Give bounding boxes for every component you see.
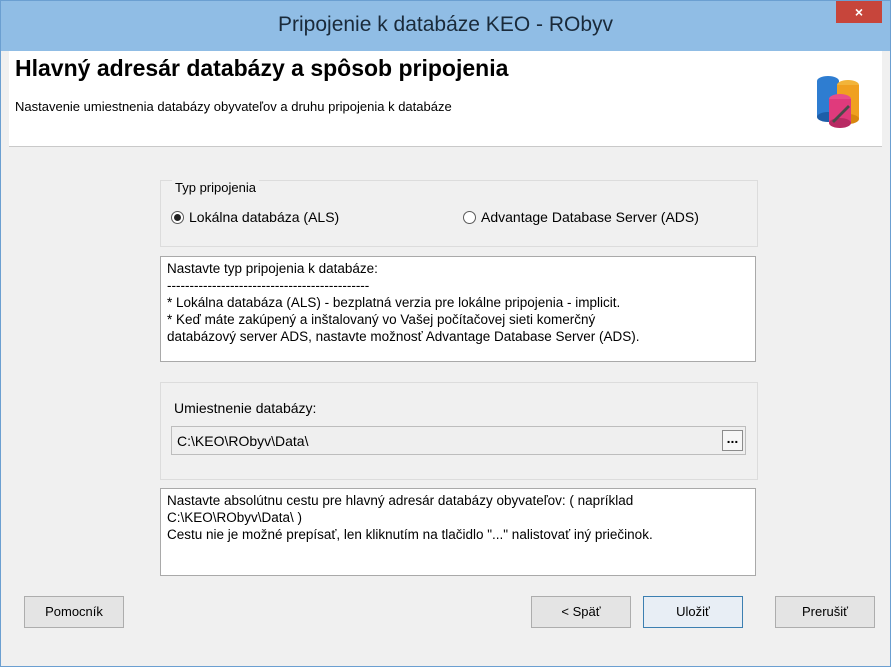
window-title: Pripojenie k databáze KEO - RObyv <box>278 13 613 36</box>
radio-ads-label[interactable]: Advantage Database Server (ADS) <box>481 209 699 225</box>
cancel-button[interactable]: Prerušiť <box>775 596 875 628</box>
save-button[interactable]: Uložiť <box>643 596 743 628</box>
help-line: Nastavte typ pripojenia k databáze: <box>167 261 378 276</box>
close-button[interactable]: × <box>836 1 882 23</box>
page-title: Hlavný adresár databázy a spôsob pripoje… <box>15 55 509 81</box>
help-line: * Lokálna databáza (ALS) - bezplatná ver… <box>167 295 621 310</box>
back-button[interactable]: < Späť <box>531 596 631 628</box>
radio-unselected-icon[interactable] <box>463 210 476 224</box>
location-label: Umiestnenie databázy: <box>174 400 317 416</box>
location-field: C:\KEO\RObyv\Data\ ... <box>171 426 746 455</box>
help-line: Nastavte absolútnu cestu pre hlavný adre… <box>167 493 634 508</box>
radio-selected-icon[interactable] <box>171 210 184 224</box>
browse-button[interactable]: ... <box>722 430 743 451</box>
connection-type-label: Typ pripojenia <box>172 180 259 195</box>
help-line: ----------------------------------------… <box>167 278 370 293</box>
help-line: C:\KEO\RObyv\Data\ ) <box>167 510 303 525</box>
help-button[interactable]: Pomocník <box>24 596 124 628</box>
radio-local-database[interactable]: Lokálna databáza (ALS) <box>171 209 339 225</box>
database-icon <box>817 76 859 128</box>
help-line: databázový server ADS, nastavte možnosť … <box>167 329 640 344</box>
help-line: * Keď máte zakúpený a inštalovaný vo Vaš… <box>167 312 596 327</box>
title-bar[interactable]: Pripojenie k databáze KEO - RObyv × <box>1 1 890 51</box>
radio-ads-server[interactable]: Advantage Database Server (ADS) <box>463 209 699 225</box>
radio-local-label[interactable]: Lokálna databáza (ALS) <box>189 209 339 225</box>
dialog-window: Pripojenie k databáze KEO - RObyv × Hlav… <box>0 0 891 667</box>
page-subtitle: Nastavenie umiestnenia databázy obyvateľ… <box>15 99 452 114</box>
connection-type-group: Typ pripojenia Lokálna databáza (ALS) Ad… <box>160 180 758 247</box>
location-help-text: Nastavte absolútnu cestu pre hlavný adre… <box>160 488 756 576</box>
location-value: C:\KEO\RObyv\Data\ <box>177 433 309 449</box>
dialog-content: Hlavný adresár databázy a spôsob pripoje… <box>9 51 882 660</box>
connection-help-text: Nastavte typ pripojenia k databáze: ----… <box>160 256 756 362</box>
database-location-group: Umiestnenie databázy: C:\KEO\RObyv\Data\… <box>160 382 758 480</box>
wizard-header: Hlavný adresár databázy a spôsob pripoje… <box>9 51 882 147</box>
help-line: Cestu nie je možné prepísať, len kliknut… <box>167 527 653 542</box>
